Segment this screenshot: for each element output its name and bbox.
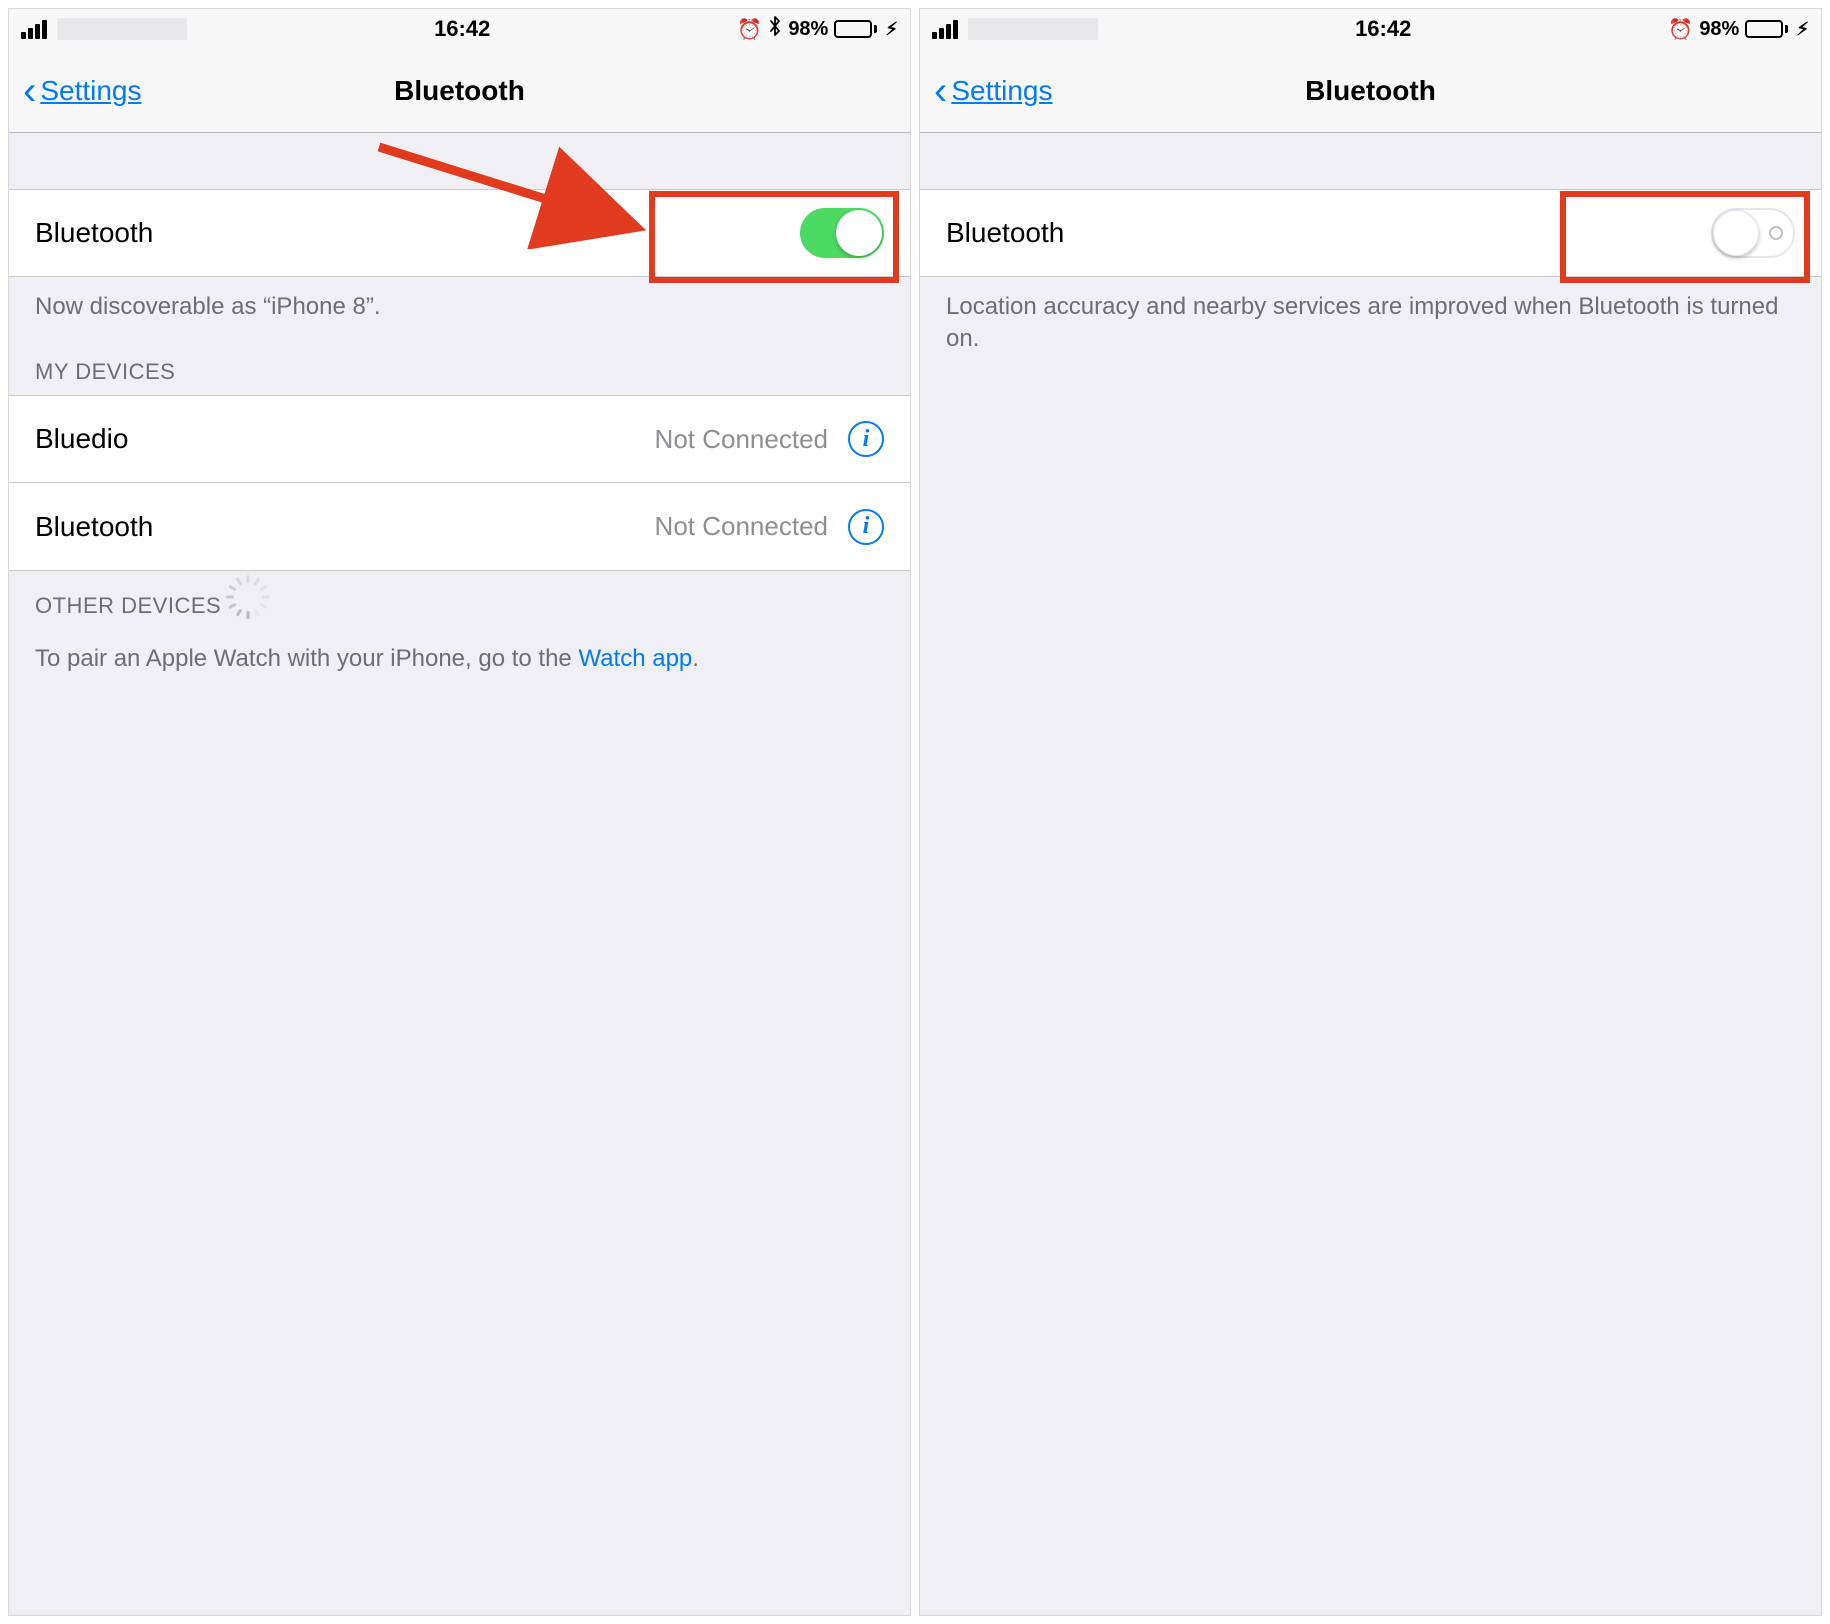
bluetooth-icon: [768, 15, 782, 43]
signal-icon: [21, 20, 47, 39]
my-devices-header: MY DEVICES: [9, 337, 910, 395]
bluetooth-toggle-label: Bluetooth: [35, 217, 153, 249]
carrier-placeholder: [57, 18, 187, 40]
bluetooth-toggle[interactable]: [1711, 208, 1795, 258]
status-time: 16:42: [434, 16, 490, 42]
device-status: Not Connected: [655, 511, 828, 542]
discoverable-text: Now discoverable as “iPhone 8”.: [9, 277, 910, 337]
bluetooth-toggle-row: Bluetooth: [9, 189, 910, 277]
device-name: Bluedio: [35, 423, 128, 455]
status-time: 16:42: [1355, 16, 1411, 42]
carrier-placeholder: [968, 18, 1098, 40]
page-title: Bluetooth: [920, 75, 1821, 107]
info-icon[interactable]: i: [848, 509, 884, 545]
device-status: Not Connected: [655, 424, 828, 455]
back-button[interactable]: ‹ Settings: [9, 71, 142, 111]
chevron-left-icon: ‹: [23, 71, 36, 111]
battery-pct: 98%: [788, 18, 828, 41]
other-devices-header: OTHER DEVICES: [9, 571, 910, 629]
device-row[interactable]: Bluedio Not Connected i: [9, 395, 910, 483]
charging-icon: ⚡︎: [885, 19, 898, 40]
nav-bar: ‹ Settings Bluetooth: [920, 49, 1821, 133]
alarm-icon: ⏰: [1668, 17, 1693, 42]
battery-pct: 98%: [1699, 18, 1739, 41]
screen-bluetooth-on: 16:42 ⏰ 98% ⚡︎ ‹ Settings Bluetooth Blue…: [8, 8, 911, 1616]
status-bar: 16:42 ⏰ 98% ⚡︎: [920, 9, 1821, 49]
back-label: Settings: [951, 75, 1052, 107]
page-title: Bluetooth: [9, 75, 910, 107]
device-row[interactable]: Bluetooth Not Connected i: [9, 483, 910, 571]
device-name: Bluetooth: [35, 511, 153, 543]
signal-icon: [932, 20, 958, 39]
spinner-icon: [235, 593, 261, 619]
bluetooth-toggle-label: Bluetooth: [946, 217, 1064, 249]
charging-icon: ⚡︎: [1796, 19, 1809, 40]
bluetooth-off-text: Location accuracy and nearby services ar…: [920, 277, 1821, 370]
battery-icon: [834, 20, 877, 38]
screen-bluetooth-off: 16:42 ⏰ 98% ⚡︎ ‹ Settings Bluetooth Blue…: [919, 8, 1822, 1616]
watch-app-link[interactable]: Watch app: [578, 645, 692, 672]
nav-bar: ‹ Settings Bluetooth: [9, 49, 910, 133]
back-label: Settings: [40, 75, 141, 107]
back-button[interactable]: ‹ Settings: [920, 71, 1053, 111]
alarm-icon: ⏰: [737, 17, 762, 42]
bluetooth-toggle[interactable]: [800, 208, 884, 258]
info-icon[interactable]: i: [848, 421, 884, 457]
status-bar: 16:42 ⏰ 98% ⚡︎: [9, 9, 910, 49]
bluetooth-toggle-row: Bluetooth: [920, 189, 1821, 277]
pair-hint-text: To pair an Apple Watch with your iPhone,…: [9, 629, 910, 689]
battery-icon: [1745, 20, 1788, 38]
chevron-left-icon: ‹: [934, 71, 947, 111]
